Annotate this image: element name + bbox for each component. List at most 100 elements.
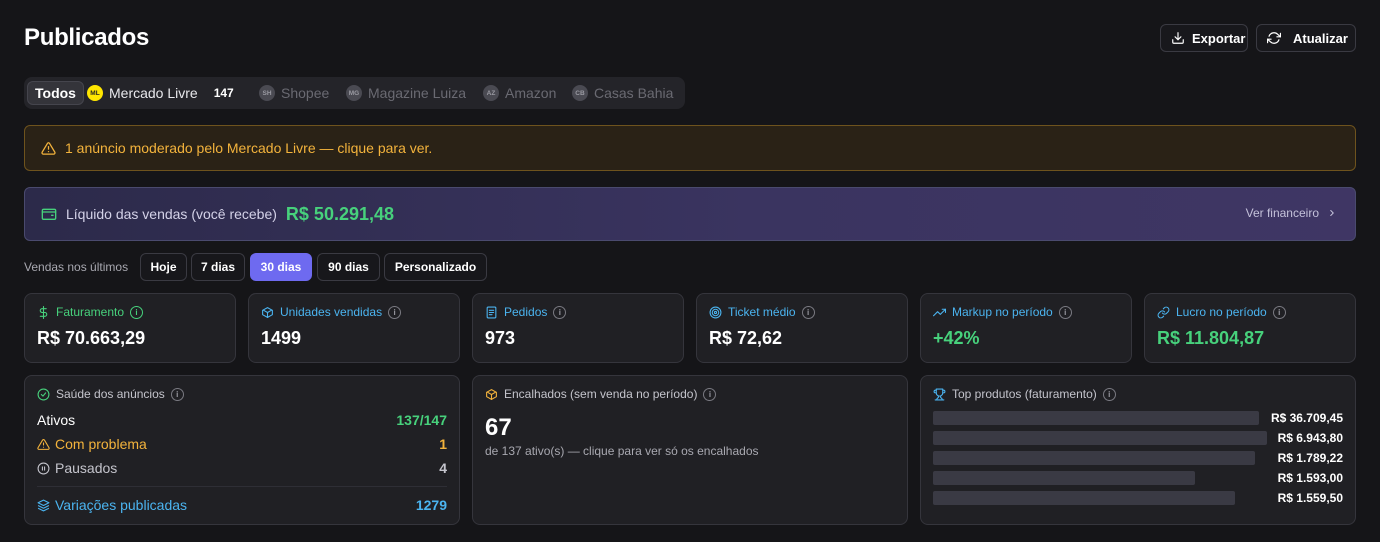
- period-today-button[interactable]: Hoje: [140, 253, 187, 281]
- tab-todos[interactable]: Todos: [27, 81, 84, 105]
- info-icon[interactable]: i: [553, 305, 567, 319]
- listing-health-card: Saúde dos anúncios i Ativos 137/147 Com …: [24, 375, 460, 525]
- info-icon[interactable]: i: [388, 305, 402, 319]
- tab-magazine-luiza[interactable]: MG Magazine Luiza: [346, 81, 466, 105]
- period-label: Vendas nos últimos: [24, 260, 129, 274]
- info-icon[interactable]: i: [170, 387, 184, 401]
- tab-mercado-livre[interactable]: ML Mercado Livre 147: [87, 81, 234, 105]
- view-financial-label: Ver financeiro: [1245, 206, 1319, 220]
- chevron-right-icon: [1327, 208, 1337, 218]
- refresh-button[interactable]: Atualizar: [1256, 24, 1356, 52]
- health-active-label: Ativos: [37, 412, 76, 428]
- net-sales-label: Líquido das vendas (você recebe): [66, 206, 277, 222]
- kpi-unidades-header: Unidades vendidas i: [261, 305, 402, 319]
- magazine-luiza-logo: MG: [346, 85, 362, 101]
- kpi-lucro-label: Lucro no período: [1176, 305, 1267, 319]
- casas-bahia-logo: CB: [572, 85, 588, 101]
- period-custom-button[interactable]: Personalizado: [384, 253, 487, 281]
- export-button[interactable]: Exportar: [1160, 24, 1248, 52]
- kpi-markup-label: Markup no período: [952, 305, 1053, 319]
- mercado-livre-logo: ML: [87, 85, 103, 101]
- kpi-pedidos-card: Pedidos i 973: [472, 293, 684, 363]
- health-problem-label-group: Com problema: [37, 436, 147, 452]
- health-paused-label: Pausados: [55, 460, 118, 476]
- kpi-faturamento-header: Faturamento i: [37, 305, 144, 319]
- stuck-listings-subtitle: de 137 ativo(s) — clique para ver só os …: [485, 444, 759, 458]
- top-product-row[interactable]: R$ 1.593,00: [933, 471, 1343, 485]
- page-title: Publicados: [24, 24, 150, 51]
- kpi-lucro-value: R$ 11.804,87: [1157, 328, 1265, 348]
- warning-icon: [37, 438, 50, 451]
- tab-amazon[interactable]: AZ Amazon: [483, 81, 556, 105]
- target-icon: [709, 306, 722, 319]
- stuck-listings-header: Encalhados (sem venda no período) i: [485, 387, 717, 401]
- stuck-listings-card[interactable]: Encalhados (sem venda no período) i 67 d…: [472, 375, 908, 525]
- info-icon[interactable]: i: [703, 387, 717, 401]
- info-icon[interactable]: i: [1272, 305, 1286, 319]
- health-problem-label: Com problema: [55, 436, 147, 452]
- listing-health-title: Saúde dos anúncios: [56, 387, 165, 401]
- health-paused-row: Pausados 4: [37, 460, 447, 476]
- kpi-markup-header: Markup no período i: [933, 305, 1072, 319]
- stuck-listings-value: 67: [485, 414, 512, 441]
- health-problem-row[interactable]: Com problema 1: [37, 436, 447, 452]
- top-product-name-placeholder: [933, 491, 1235, 505]
- period-90-days-button[interactable]: 90 dias: [317, 253, 380, 281]
- tab-casas-bahia-label: Casas Bahia: [594, 85, 674, 101]
- kpi-unidades-card: Unidades vendidas i 1499: [248, 293, 460, 363]
- top-product-name-placeholder: [933, 471, 1195, 485]
- top-product-value: R$ 1.559,50: [1277, 491, 1343, 505]
- top-product-value: R$ 36.709,45: [1270, 411, 1343, 425]
- marketplace-tabs: Todos ML Mercado Livre 147 SH Shopee MG …: [24, 77, 685, 109]
- amazon-logo: AZ: [483, 85, 499, 101]
- kpi-lucro-header: Lucro no período i: [1157, 305, 1286, 319]
- moderation-alert-text: 1 anúncio moderado pelo Mercado Livre — …: [65, 140, 433, 156]
- top-product-row[interactable]: R$ 1.559,50: [933, 491, 1343, 505]
- top-products-card: Top produtos (faturamento) i R$ 36.709,4…: [920, 375, 1356, 525]
- health-active-row: Ativos 137/147: [37, 412, 447, 428]
- kpi-faturamento-value: R$ 70.663,29: [37, 328, 146, 348]
- top-product-row[interactable]: R$ 1.789,22: [933, 451, 1343, 465]
- top-products-header: Top produtos (faturamento) i: [933, 387, 1116, 401]
- kpi-ticket-value: R$ 72,62: [709, 328, 783, 348]
- info-icon[interactable]: i: [801, 305, 815, 319]
- kpi-ticket-label: Ticket médio: [728, 305, 796, 319]
- top-product-name-placeholder: [933, 411, 1259, 425]
- layers-icon: [37, 499, 50, 512]
- stuck-listings-title: Encalhados (sem venda no período): [504, 387, 698, 401]
- top-product-row[interactable]: R$ 6.943,80: [933, 431, 1343, 445]
- tab-casas-bahia[interactable]: CB Casas Bahia: [572, 81, 673, 105]
- info-icon[interactable]: i: [130, 305, 144, 319]
- moderation-alert[interactable]: 1 anúncio moderado pelo Mercado Livre — …: [24, 125, 1356, 171]
- info-icon[interactable]: i: [1058, 305, 1072, 319]
- tab-mercado-livre-label: Mercado Livre: [109, 85, 198, 101]
- package-icon: [485, 388, 498, 401]
- health-variations-label-group: Variações publicadas: [37, 497, 187, 513]
- net-sales-banner: Líquido das vendas (você recebe) R$ 50.2…: [24, 187, 1356, 241]
- top-product-value: R$ 6.943,80: [1277, 431, 1343, 445]
- kpi-unidades-value: 1499: [261, 328, 302, 348]
- top-product-value: R$ 1.593,00: [1277, 471, 1343, 485]
- tab-todos-label: Todos: [35, 85, 76, 101]
- top-products-title: Top produtos (faturamento): [952, 387, 1097, 401]
- wallet-icon: [41, 206, 57, 222]
- top-product-name-placeholder: [933, 451, 1255, 465]
- warning-icon: [41, 141, 56, 156]
- tab-shopee[interactable]: SH Shopee: [259, 81, 329, 105]
- health-variations-row[interactable]: Variações publicadas 1279: [37, 497, 447, 513]
- health-active-value: 137/147: [396, 412, 447, 428]
- info-icon[interactable]: i: [1102, 387, 1116, 401]
- period-7-days-button[interactable]: 7 dias: [191, 253, 245, 281]
- health-variations-label: Variações publicadas: [55, 497, 188, 513]
- refresh-label: Atualizar: [1293, 30, 1348, 46]
- dollar-icon: [37, 305, 50, 319]
- kpi-ticket-card: Ticket médio i R$ 72,62: [696, 293, 908, 363]
- tab-mercado-livre-count: 147: [213, 86, 234, 100]
- shopee-logo: SH: [259, 85, 275, 101]
- top-product-row[interactable]: R$ 36.709,45: [933, 411, 1343, 425]
- divider: [37, 486, 447, 487]
- period-30-days-button[interactable]: 30 dias: [250, 253, 312, 281]
- view-financial-link[interactable]: Ver financeiro: [1246, 206, 1337, 220]
- kpi-ticket-header: Ticket médio i: [709, 305, 815, 319]
- tab-amazon-label: Amazon: [505, 85, 557, 101]
